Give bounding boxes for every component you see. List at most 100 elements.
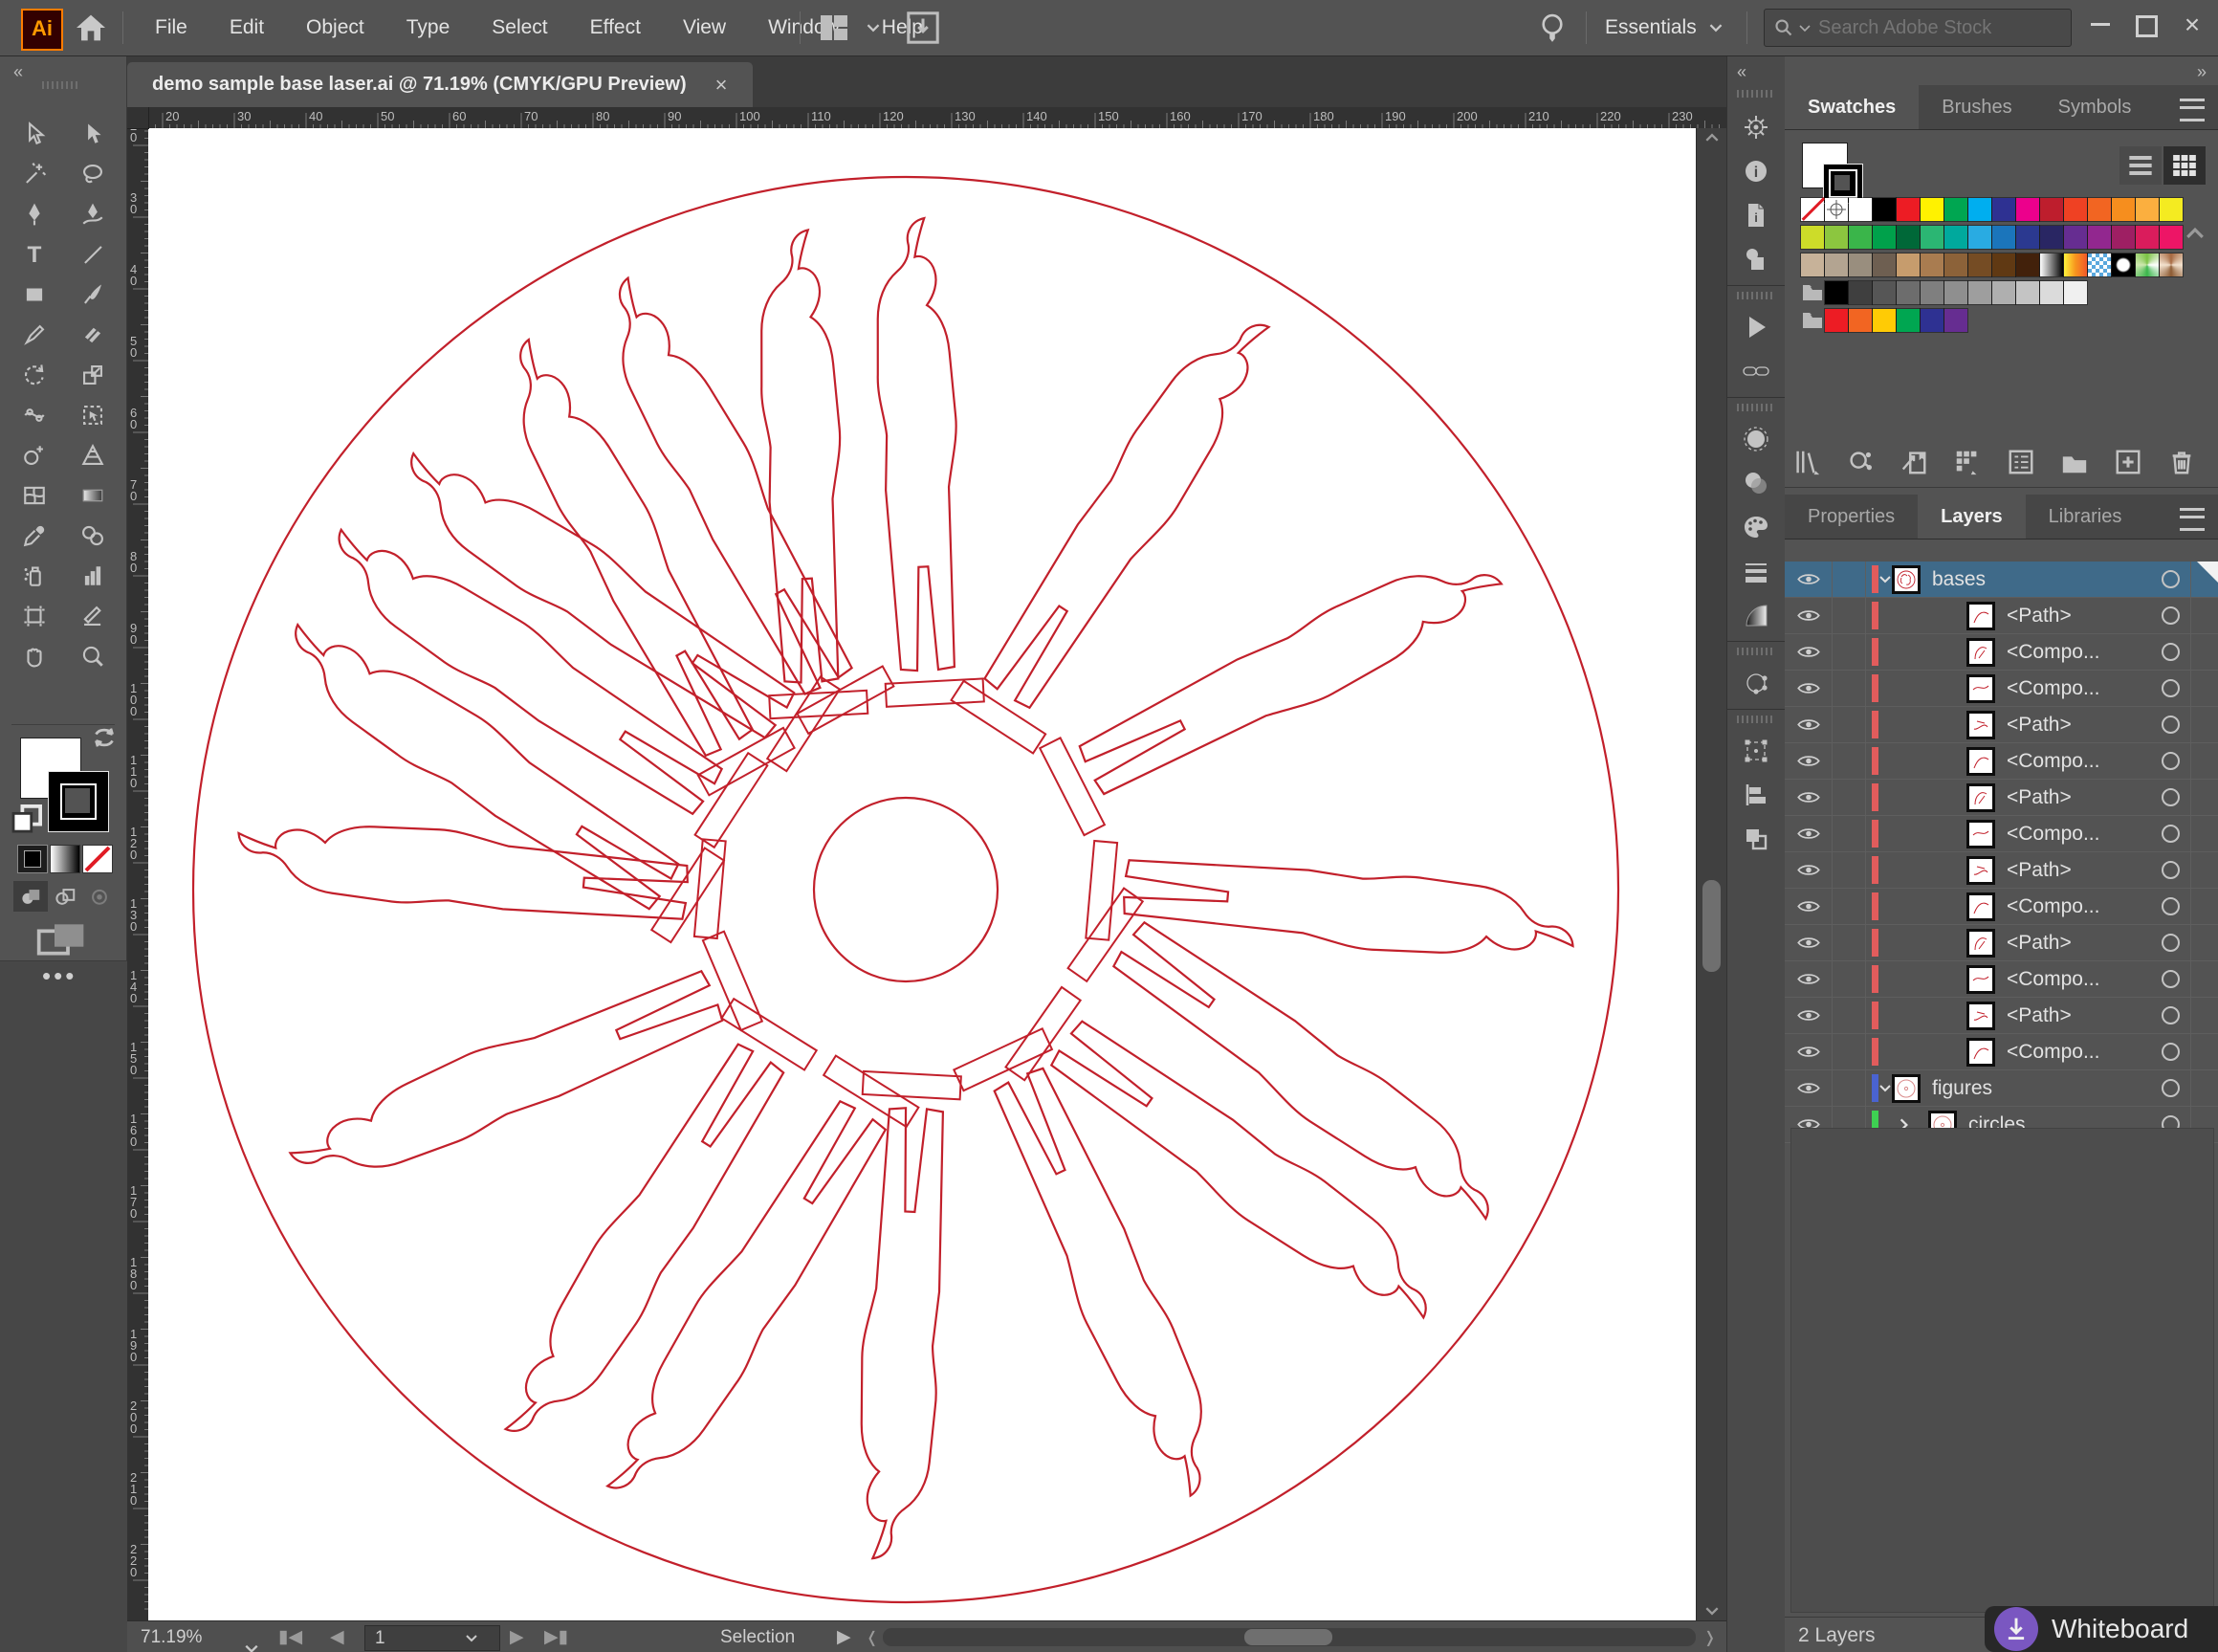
none-button[interactable]	[82, 845, 113, 873]
layer-target-circle[interactable]	[2162, 788, 2180, 806]
swatch-#a97c50[interactable]	[1921, 253, 1943, 276]
visibility-eye-icon[interactable]	[1796, 717, 1821, 732]
layer-name[interactable]: <Compo...	[2007, 895, 2099, 918]
swatch-#3ab54a[interactable]	[1849, 226, 1872, 249]
swatch-#662d91[interactable]	[1944, 309, 1967, 332]
lock-toggle[interactable]	[1833, 816, 1866, 851]
swatch-#b3a491[interactable]	[1825, 253, 1848, 276]
artboard-tool[interactable]	[5, 596, 63, 636]
default-fill-stroke-icon[interactable]	[11, 804, 44, 833]
stroke-panel-button[interactable]	[1727, 549, 1785, 593]
swatch-#00aeef[interactable]	[1968, 198, 1991, 221]
layer-target-circle[interactable]	[2162, 716, 2180, 734]
layer-target-circle[interactable]	[2162, 570, 2180, 588]
swatch-#7f7f7f[interactable]	[1921, 281, 1943, 304]
layer-thumbnail[interactable]	[1966, 710, 1995, 739]
layer-name[interactable]: <Path>	[2007, 605, 2072, 628]
dock-grip[interactable]	[1737, 648, 1775, 655]
lock-toggle[interactable]	[1833, 852, 1866, 888]
tab-properties[interactable]: Properties	[1785, 495, 1918, 539]
align-panel-button[interactable]	[1727, 773, 1785, 817]
tab-libraries[interactable]: Libraries	[2026, 495, 2145, 539]
layer-target-circle[interactable]	[2162, 970, 2180, 988]
layer-name[interactable]: bases	[1932, 568, 1986, 591]
swatch-#dbdbdb[interactable]	[2040, 281, 2063, 304]
ruler-origin[interactable]	[127, 107, 149, 129]
last-artboard-button[interactable]: ▶▮	[544, 1621, 568, 1652]
swatch-#ed1566[interactable]	[2160, 226, 2183, 249]
swatch-#ed1c24[interactable]	[1825, 309, 1848, 332]
visibility-toggle[interactable]	[1785, 852, 1833, 888]
navigator-panel-button[interactable]	[1727, 105, 1785, 149]
layer-thumbnail[interactable]	[1966, 892, 1995, 921]
swatch-#f26522[interactable]	[1849, 309, 1872, 332]
swatch-#998e7e[interactable]	[1849, 253, 1872, 276]
lock-toggle[interactable]	[1833, 562, 1866, 597]
swatch-#00a651[interactable]	[1944, 198, 1967, 221]
free-transform-tool[interactable]	[63, 395, 121, 435]
layer-selection-column[interactable]	[2190, 925, 2218, 960]
zoom-level[interactable]: 71.19%	[141, 1621, 202, 1652]
close-button[interactable]: ×	[2170, 10, 2214, 52]
layer-name[interactable]: <Path>	[2007, 714, 2072, 737]
tab-layers[interactable]: Layers	[1918, 495, 2026, 539]
document-tab[interactable]: demo sample base laser.ai @ 71.19% (CMYK…	[127, 62, 753, 107]
layer-expand[interactable]	[1878, 574, 1892, 584]
visibility-toggle[interactable]	[1785, 598, 1833, 633]
swatch-#8f8f8f[interactable]	[1944, 281, 1967, 304]
swatch-#000000[interactable]	[1873, 198, 1896, 221]
menu-edit[interactable]: Edit	[209, 0, 285, 55]
appearance-panel-button[interactable]	[1727, 661, 1785, 705]
layer-row-path[interactable]: <Path>	[1785, 780, 2218, 816]
menu-view[interactable]: View	[662, 0, 747, 55]
swatch-#fff200[interactable]	[1921, 198, 1943, 221]
horizontal-ruler[interactable]: 20 30 40 50 60 70 80 90 100 110 120 130 140 150 160 170…	[127, 107, 1726, 129]
swatch-#ffffff[interactable]	[1849, 198, 1872, 221]
visibility-toggle[interactable]	[1785, 889, 1833, 924]
swatch-#ef4123[interactable]	[2064, 198, 2087, 221]
layer-thumbnail[interactable]	[1966, 637, 1995, 667]
gradient-panel-panel-button[interactable]	[1727, 593, 1785, 637]
swatch-kinds-button[interactable]	[1846, 448, 1875, 476]
transform-panel-button[interactable]	[1727, 729, 1785, 773]
layer-selection-column[interactable]	[2190, 816, 2218, 851]
home-icon[interactable]	[75, 13, 107, 42]
lightbulb-icon[interactable]	[1540, 11, 1565, 46]
visibility-toggle[interactable]	[1785, 998, 1833, 1033]
lock-toggle[interactable]	[1833, 998, 1866, 1033]
swatch-gbw[interactable]	[2040, 253, 2063, 276]
visibility-eye-icon[interactable]	[1796, 754, 1821, 768]
add-to-library-button[interactable]	[1900, 448, 1928, 476]
layer-row-path[interactable]: <Path>	[1785, 707, 2218, 743]
visibility-toggle[interactable]	[1785, 780, 1833, 815]
selection-preview-panel-button[interactable]	[1727, 417, 1785, 461]
visibility-eye-icon[interactable]	[1796, 790, 1821, 804]
swatch-#6e5f51[interactable]	[1873, 253, 1896, 276]
visibility-eye-icon[interactable]	[1796, 972, 1821, 986]
layer-thumbnail[interactable]	[1966, 1001, 1995, 1030]
layers-panel-menu-icon[interactable]	[2180, 508, 2205, 531]
swatch-#2e3192[interactable]	[1921, 309, 1943, 332]
lock-toggle[interactable]	[1833, 671, 1866, 706]
line-segment-tool[interactable]	[63, 234, 121, 275]
type-tool[interactable]: T	[5, 234, 63, 275]
blend-tool[interactable]	[63, 516, 121, 556]
visibility-toggle[interactable]	[1785, 707, 1833, 742]
swatch-#be1e2d[interactable]	[2040, 198, 2063, 221]
expand-chevron-icon[interactable]	[1878, 1083, 1892, 1093]
symbol-sprayer-tool[interactable]	[5, 556, 63, 596]
layer-name[interactable]: <Path>	[2007, 859, 2072, 882]
layer-row-compo[interactable]: <Compo...	[1785, 816, 2218, 852]
grid-kinds-button[interactable]	[1953, 448, 1982, 476]
info-panel-button[interactable]: i	[1727, 149, 1785, 193]
perspective-grid-tool[interactable]	[63, 435, 121, 475]
first-artboard-button[interactable]: ▮◀	[278, 1621, 302, 1652]
swatch-pcheck[interactable]	[2088, 253, 2111, 276]
swatch-porn[interactable]	[2160, 253, 2183, 276]
layer-thumbnail[interactable]	[1892, 564, 1921, 594]
curvature-tool[interactable]	[63, 194, 121, 234]
tab-symbols[interactable]: Symbols	[2035, 85, 2155, 129]
artboard-canvas[interactable]	[148, 128, 1696, 1620]
arrange-documents-icon[interactable]	[819, 13, 861, 42]
layer-selection-column[interactable]	[2190, 1034, 2218, 1069]
